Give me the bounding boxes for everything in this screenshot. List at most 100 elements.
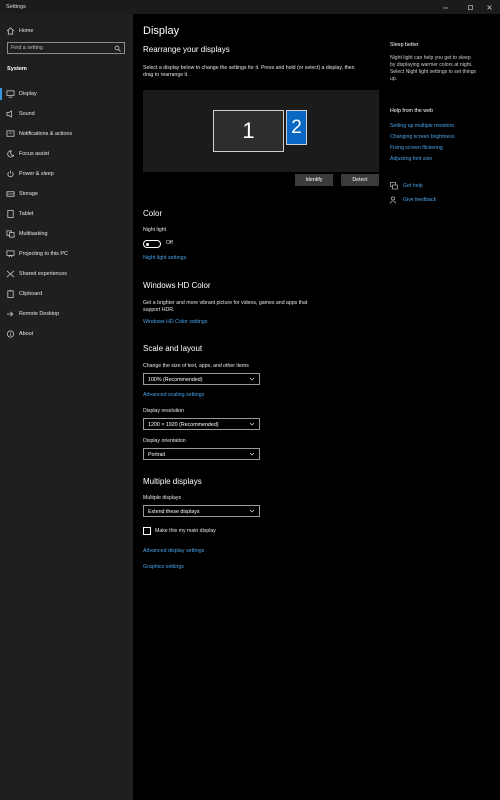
multiple-displays-heading: Multiple displays <box>143 477 202 486</box>
resolution-dropdown[interactable]: 1200 × 1920 (Recommended) <box>143 418 260 430</box>
sidebar-item-multitasking[interactable]: Multitasking <box>0 225 133 243</box>
notification-icon <box>6 130 15 137</box>
clipboard-icon <box>7 290 14 298</box>
help-from-web-title: Help from the web <box>390 108 433 114</box>
sleep-better-line: up. <box>390 76 398 82</box>
minimize-icon <box>442 7 448 8</box>
resolution-label: Display resolution <box>143 408 184 414</box>
toggle-knob <box>145 242 149 246</box>
monitor-icon <box>6 90 15 98</box>
power-icon <box>7 170 14 178</box>
chat-help-icon <box>390 182 398 190</box>
orientation-dropdown[interactable]: Portrait <box>143 448 260 460</box>
sidebar-item-power-sleep[interactable]: Power & sleep <box>0 165 133 183</box>
monitor-2[interactable]: 2 <box>286 110 307 145</box>
search-box[interactable] <box>7 42 125 54</box>
sidebar-item-label: Focus assist <box>19 151 49 157</box>
chevron-down-icon <box>249 422 255 426</box>
sidebar-item-label: About <box>19 331 34 337</box>
main-content: Display Rearrange your displays Select a… <box>133 14 500 800</box>
sidebar-item-about[interactable]: About <box>0 325 133 343</box>
projecting-icon <box>6 250 15 258</box>
monitor-1[interactable]: 1 <box>213 110 284 152</box>
help-link[interactable]: Setting up multiple monitors <box>390 123 454 129</box>
multiple-displays-dropdown[interactable]: Extend these displays <box>143 505 260 517</box>
scale-heading: Scale and layout <box>143 344 203 353</box>
main-display-label: Make this my main display <box>155 528 216 534</box>
sidebar-item-label: Shared experiences <box>19 271 67 277</box>
tablet-icon <box>7 210 14 218</box>
give-feedback-link[interactable]: Give feedback <box>390 196 460 206</box>
home-label: Home <box>19 28 34 34</box>
night-light-state: Off <box>166 240 173 246</box>
sidebar-item-label: Projecting to this PC <box>19 251 68 257</box>
section-label-system: System <box>7 66 27 72</box>
close-icon <box>486 4 492 10</box>
identify-button[interactable]: Identify <box>295 174 333 186</box>
display-arrangement-area[interactable]: 1 2 <box>143 90 379 172</box>
minimize-button[interactable] <box>434 0 456 14</box>
rearrange-heading: Rearrange your displays <box>143 45 230 54</box>
size-value: 100% (Recommended) <box>148 377 203 383</box>
sleep-better-line: Night light can help you get to sleep <box>390 55 471 61</box>
orientation-label: Display orientation <box>143 438 186 444</box>
sleep-better-line: Select Night light settings to set thing… <box>390 69 477 75</box>
chevron-down-icon <box>249 509 255 513</box>
size-label: Change the size of text, apps, and other… <box>143 363 249 369</box>
sidebar-item-label: Tablet <box>19 211 34 217</box>
night-light-settings-link[interactable]: Night light settings <box>143 255 186 261</box>
size-dropdown[interactable]: 100% (Recommended) <box>143 373 260 385</box>
close-button[interactable] <box>478 0 500 14</box>
moon-icon <box>7 150 15 158</box>
sidebar-item-label: Multitasking <box>19 231 48 237</box>
sidebar-item-remote-desktop[interactable]: Remote Desktop <box>0 305 133 323</box>
night-light-toggle[interactable] <box>143 240 161 248</box>
help-link[interactable]: Changing screen brightness <box>390 134 455 140</box>
sidebar-item-clipboard[interactable]: Clipboard <box>0 285 133 303</box>
sidebar-item-display[interactable]: Display <box>0 85 133 103</box>
chevron-down-icon <box>249 377 255 381</box>
color-heading: Color <box>143 209 163 218</box>
info-icon <box>7 330 14 338</box>
sidebar-item-notifications[interactable]: Notifications & actions <box>0 125 133 143</box>
sidebar-item-label: Power & sleep <box>19 171 54 177</box>
advanced-scaling-link[interactable]: Advanced scaling settings <box>143 392 204 398</box>
maximize-icon <box>467 4 473 10</box>
get-help-label: Get help <box>403 183 423 189</box>
sleep-better-line: by displaying warmer colors at night. <box>390 62 473 68</box>
search-input[interactable] <box>11 43 111 53</box>
help-link[interactable]: Adjusting font size <box>390 156 432 162</box>
multiple-displays-label: Multiple displays <box>143 495 182 501</box>
speaker-icon <box>6 110 12 118</box>
multiple-displays-value: Extend these displays <box>148 509 200 515</box>
sidebar-item-label: Sound <box>19 111 35 117</box>
hdr-settings-link[interactable]: Windows HD Color settings <box>143 319 207 325</box>
remote-desktop-icon <box>6 311 14 317</box>
sidebar-item-projecting[interactable]: Projecting to this PC <box>0 245 133 263</box>
rearrange-description-line1: Select a display below to change the set… <box>143 65 355 71</box>
home-button[interactable]: Home <box>0 22 133 40</box>
advanced-display-settings-link[interactable]: Advanced display settings <box>143 548 204 554</box>
main-display-checkbox[interactable] <box>143 527 151 535</box>
orientation-value: Portrait <box>148 452 166 458</box>
sidebar-item-sound[interactable]: Sound <box>0 105 133 123</box>
search-icon[interactable] <box>114 45 121 52</box>
night-light-label: Night light <box>143 227 167 233</box>
sidebar: Home System Display Sound Notifications … <box>0 14 133 800</box>
detect-button[interactable]: Detect <box>341 174 379 186</box>
shared-icon <box>6 270 15 278</box>
hdr-heading: Windows HD Color <box>143 281 211 290</box>
sidebar-item-label: Display <box>19 91 37 97</box>
sleep-better-title: Sleep better <box>390 42 419 48</box>
get-help-link[interactable]: Get help <box>390 182 450 192</box>
sidebar-item-label: Remote Desktop <box>19 311 60 317</box>
sidebar-item-tablet[interactable]: Tablet <box>0 205 133 223</box>
sidebar-item-shared-experiences[interactable]: Shared experiences <box>0 265 133 283</box>
help-link[interactable]: Fixing screen flickering <box>390 145 443 151</box>
selected-indicator <box>0 88 2 100</box>
sidebar-item-storage[interactable]: Storage <box>0 185 133 203</box>
sidebar-item-focus-assist[interactable]: Focus assist <box>0 145 133 163</box>
chevron-down-icon <box>249 452 255 456</box>
graphics-settings-link[interactable]: Graphics settings <box>143 564 184 570</box>
multitasking-icon <box>6 230 15 238</box>
